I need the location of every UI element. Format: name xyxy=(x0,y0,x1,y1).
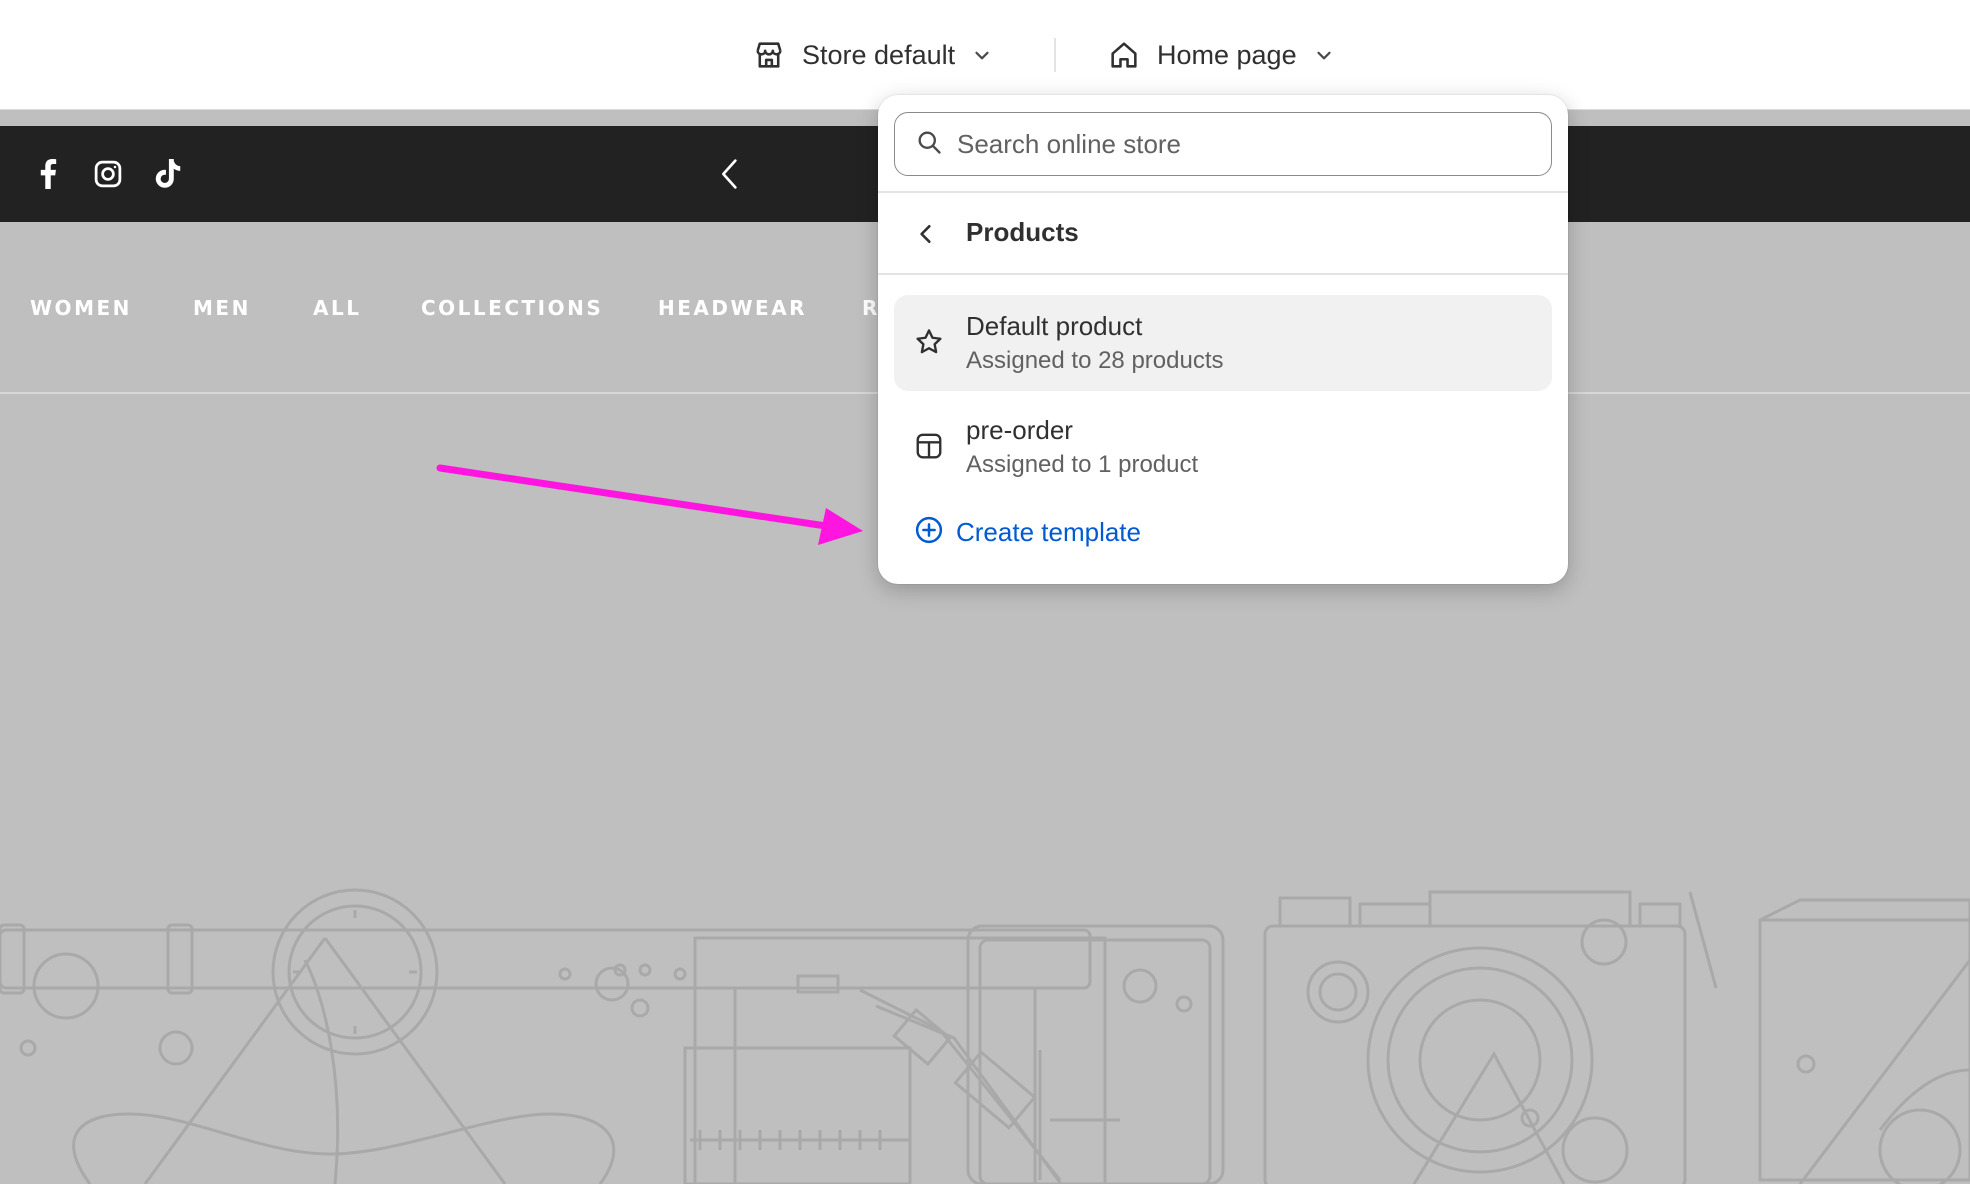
nav-item-women[interactable]: WOMEN xyxy=(30,296,132,320)
home-icon xyxy=(1107,38,1141,72)
create-template-button[interactable]: Create template xyxy=(914,515,1141,549)
search-placeholder: Search online store xyxy=(957,128,1182,159)
instagram-icon[interactable] xyxy=(88,126,128,222)
section-title: Products xyxy=(966,217,1079,247)
search-input[interactable]: Search online store xyxy=(894,112,1552,176)
page-selector-label: Home page xyxy=(1157,39,1297,70)
layout-icon xyxy=(912,429,946,463)
nav-item-headwear[interactable]: HEADWEAR xyxy=(658,296,807,320)
facebook-icon[interactable] xyxy=(28,126,68,222)
plus-circle-icon xyxy=(914,515,944,550)
template-name: Default product xyxy=(966,311,1143,341)
nav-item-all[interactable]: ALL xyxy=(313,296,361,320)
template-assignment: Assigned to 28 products xyxy=(966,347,1224,374)
template-name: pre-order xyxy=(966,415,1073,445)
hero-placeholder-illustration xyxy=(0,888,1970,1184)
tiktok-icon[interactable] xyxy=(148,126,188,222)
chevron-down-icon xyxy=(971,44,993,66)
search-icon xyxy=(915,128,943,161)
nav-item-men[interactable]: MEN xyxy=(193,296,251,320)
template-item-default-product[interactable]: Default product Assigned to 28 products xyxy=(894,295,1552,391)
template-assignment: Assigned to 1 product xyxy=(966,451,1199,478)
nav-item-collections[interactable]: COLLECTIONS xyxy=(421,296,603,320)
divider xyxy=(878,273,1568,275)
editor-topbar: Store default Home page xyxy=(0,0,1970,110)
template-item-pre-order[interactable]: pre-order Assigned to 1 product xyxy=(894,399,1552,495)
template-dropdown: Search online store Products Default pro… xyxy=(878,95,1568,584)
section-header: Products xyxy=(878,193,1568,275)
chevron-down-icon xyxy=(1313,44,1335,66)
back-chevron-icon[interactable] xyxy=(912,220,940,248)
topbar-divider xyxy=(1054,38,1056,72)
store-selector[interactable]: Store default xyxy=(752,30,993,80)
star-icon xyxy=(912,325,946,359)
create-template-label: Create template xyxy=(956,516,1141,547)
store-selector-label: Store default xyxy=(802,39,956,70)
page-selector[interactable]: Home page xyxy=(1107,30,1335,80)
store-icon xyxy=(752,38,786,72)
chevron-left-icon[interactable] xyxy=(710,126,750,222)
